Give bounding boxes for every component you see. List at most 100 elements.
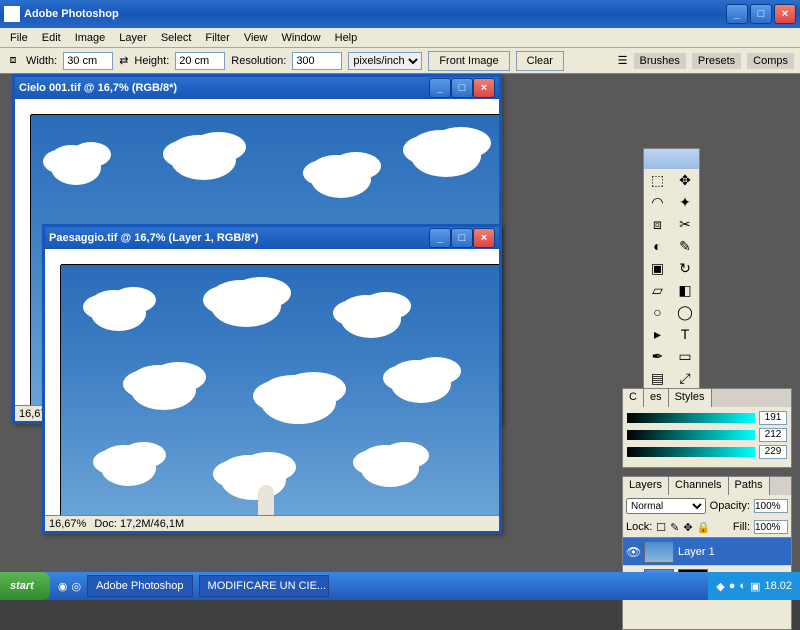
maximize-button[interactable]: □: [750, 4, 772, 24]
task-button[interactable]: Adobe Photoshop: [87, 575, 192, 597]
start-button[interactable]: start: [0, 572, 50, 600]
layers-panel[interactable]: Layers Channels Paths Normal Opacity: Lo…: [622, 476, 792, 630]
slice-tool-icon[interactable]: ✂: [672, 213, 699, 235]
tray-icon[interactable]: ◆: [716, 580, 724, 593]
doc2-zoom[interactable]: 16,67%: [49, 518, 86, 530]
units-select[interactable]: pixels/inch: [348, 52, 422, 70]
wand-tool-icon[interactable]: ✦: [672, 191, 699, 213]
menu-window[interactable]: Window: [276, 30, 327, 46]
visibility-icon[interactable]: 👁: [626, 545, 640, 559]
doc2-canvas[interactable]: [61, 265, 499, 515]
swap-icon[interactable]: ⇄: [119, 54, 128, 67]
doc1-close[interactable]: ×: [473, 78, 495, 98]
document-window-2[interactable]: Paesaggio.tif @ 16,7% (Layer 1, RGB/8*) …: [42, 224, 502, 534]
doc1-maximize[interactable]: □: [451, 78, 473, 98]
lock-transparency-icon[interactable]: ☐: [656, 521, 666, 534]
doc2-title: Paesaggio.tif @ 16,7% (Layer 1, RGB/8*): [49, 232, 429, 244]
layers-tab[interactable]: Layers: [623, 477, 669, 495]
shape-tool-icon[interactable]: ▭: [672, 345, 699, 367]
type-tool-icon[interactable]: T: [672, 323, 699, 345]
r-value[interactable]: 191: [759, 411, 787, 425]
menu-layer[interactable]: Layer: [113, 30, 153, 46]
blend-mode-select[interactable]: Normal: [626, 498, 706, 514]
doc2-close[interactable]: ×: [473, 228, 495, 248]
clear-button[interactable]: Clear: [516, 51, 564, 71]
doc2-docinfo: Doc: 17,2M/46,1M: [94, 518, 184, 530]
menubar: File Edit Image Layer Select Filter View…: [0, 28, 800, 48]
styles-tab[interactable]: Styles: [669, 389, 712, 407]
system-tray[interactable]: ◆ ● ◐ ▣ 18.02: [708, 572, 800, 600]
quicklaunch-icon[interactable]: ◎: [71, 580, 81, 593]
lock-position-icon[interactable]: ✥: [683, 521, 692, 534]
menu-image[interactable]: Image: [69, 30, 112, 46]
lock-all-icon[interactable]: 🔒: [697, 521, 711, 534]
close-button[interactable]: ×: [774, 4, 796, 24]
b-slider[interactable]: [627, 447, 755, 457]
blur-tool-icon[interactable]: ○: [644, 301, 671, 323]
brush-tool-icon[interactable]: ✎: [672, 235, 699, 257]
pen-tool-icon[interactable]: ✒: [644, 345, 671, 367]
lock-pixels-icon[interactable]: ✎: [670, 521, 679, 534]
channels-tab[interactable]: Channels: [669, 477, 728, 495]
swatches-tab[interactable]: es: [644, 389, 669, 407]
doc2-ruler-horizontal: [61, 249, 499, 265]
layer-row[interactable]: 👁 Layer 1: [623, 538, 791, 566]
color-panel[interactable]: C es Styles 191 212 229: [622, 388, 792, 468]
minimize-button[interactable]: _: [726, 4, 748, 24]
width-input[interactable]: [63, 52, 113, 70]
menu-edit[interactable]: Edit: [36, 30, 67, 46]
doc2-minimize[interactable]: _: [429, 228, 451, 248]
tab-brushes[interactable]: Brushes: [634, 53, 686, 69]
fill-input[interactable]: [754, 520, 788, 534]
tray-icon[interactable]: ●: [729, 580, 736, 592]
workspace: Cielo 001.tif @ 16,7% (RGB/8*) _ □ × 16,…: [0, 74, 800, 572]
crop-tool-icon[interactable]: ⧈: [644, 213, 671, 235]
doc1-ruler-horizontal: [31, 99, 499, 115]
lasso-tool-icon[interactable]: ◠: [644, 191, 671, 213]
paths-tab[interactable]: Paths: [729, 477, 770, 495]
task-button[interactable]: MODIFICARE UN CIE...: [199, 575, 329, 597]
tab-presets[interactable]: Presets: [692, 53, 741, 69]
doc2-maximize[interactable]: □: [451, 228, 473, 248]
menu-file[interactable]: File: [4, 30, 34, 46]
front-image-button[interactable]: Front Image: [428, 51, 509, 71]
layer-thumbnail[interactable]: [644, 541, 674, 563]
path-tool-icon[interactable]: ▸: [644, 323, 671, 345]
g-slider[interactable]: [627, 430, 755, 440]
quicklaunch-icon[interactable]: ◉: [58, 580, 68, 593]
toolbox-header[interactable]: [644, 149, 699, 169]
tray-icon[interactable]: ◐: [739, 580, 746, 592]
eyedropper-tool-icon[interactable]: ⤢: [672, 367, 699, 389]
options-bar: ⧈ Width: ⇄ Height: Resolution: pixels/in…: [0, 48, 800, 74]
clock[interactable]: 18.02: [764, 580, 792, 592]
notes-tool-icon[interactable]: ▤: [644, 367, 671, 389]
r-slider[interactable]: [627, 413, 755, 423]
tab-comps[interactable]: Comps: [747, 53, 794, 69]
doc1-minimize[interactable]: _: [429, 78, 451, 98]
height-input[interactable]: [175, 52, 225, 70]
g-value[interactable]: 212: [759, 428, 787, 442]
marquee-tool-icon[interactable]: ⬚: [644, 169, 671, 191]
resolution-input[interactable]: [292, 52, 342, 70]
b-value[interactable]: 229: [759, 445, 787, 459]
opacity-input[interactable]: [754, 499, 788, 513]
stamp-tool-icon[interactable]: ▣: [644, 257, 671, 279]
menu-filter[interactable]: Filter: [199, 30, 235, 46]
tray-icon[interactable]: ▣: [750, 580, 760, 593]
color-tab[interactable]: C: [623, 389, 644, 407]
layer-name[interactable]: Layer 1: [678, 546, 715, 558]
menu-select[interactable]: Select: [155, 30, 198, 46]
doc2-titlebar[interactable]: Paesaggio.tif @ 16,7% (Layer 1, RGB/8*) …: [45, 227, 499, 249]
eraser-tool-icon[interactable]: ▱: [644, 279, 671, 301]
heal-tool-icon[interactable]: ◐: [644, 235, 671, 257]
doc1-titlebar[interactable]: Cielo 001.tif @ 16,7% (RGB/8*) _ □ ×: [15, 77, 499, 99]
dodge-tool-icon[interactable]: ◯: [672, 301, 699, 323]
crop-tool-icon[interactable]: ⧈: [6, 54, 20, 68]
menu-view[interactable]: View: [238, 30, 274, 46]
gradient-tool-icon[interactable]: ◧: [672, 279, 699, 301]
history-brush-icon[interactable]: ↻: [672, 257, 699, 279]
palette-well-icon[interactable]: ☰: [618, 54, 628, 67]
width-label: Width:: [26, 55, 57, 67]
move-tool-icon[interactable]: ✥: [672, 169, 699, 191]
menu-help[interactable]: Help: [329, 30, 364, 46]
